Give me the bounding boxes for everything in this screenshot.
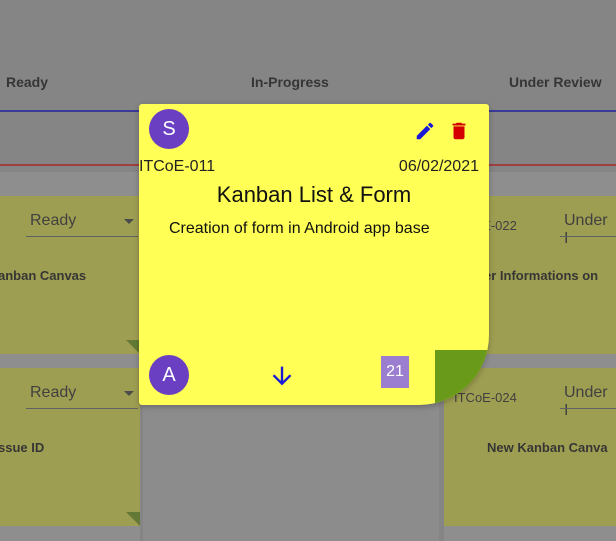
- trash-icon[interactable]: [448, 120, 470, 142]
- card-title: Kanban List & Form: [216, 182, 412, 207]
- card-corner-fold: [435, 350, 489, 405]
- kanban-card-focused[interactable]: S ITCoE-011 06/02/2021 Kanban List & For…: [139, 104, 489, 405]
- pencil-icon[interactable]: [414, 120, 436, 142]
- card-description: Creation of form in Android app base: [169, 220, 430, 237]
- ticket-id: ITCoE-011: [139, 158, 216, 175]
- arrow-down-icon[interactable]: [268, 362, 296, 390]
- due-date: 06/02/2021: [398, 158, 479, 175]
- owner-avatar[interactable]: S: [149, 109, 189, 149]
- count-badge: 21: [381, 356, 409, 388]
- assignee-avatar[interactable]: A: [149, 355, 189, 395]
